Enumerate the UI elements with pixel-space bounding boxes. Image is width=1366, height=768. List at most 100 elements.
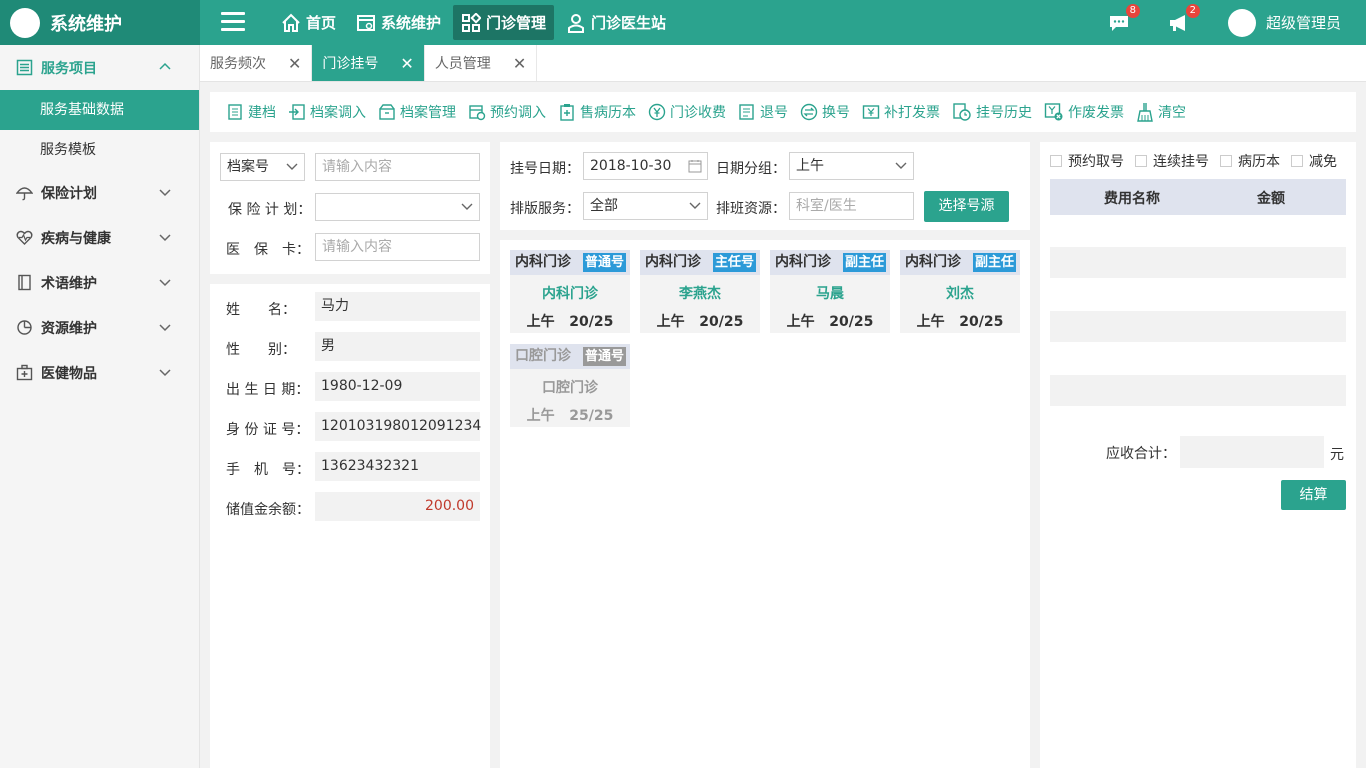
search-input[interactable]: 请输入内容 [315,153,480,181]
top-nav: 首页 系统维护 门诊管理 门诊医生站 [273,5,678,40]
book-icon [18,274,31,291]
top-right: 8 2 超级管理员 [1108,0,1366,45]
patient-info-panel: 姓 名： 马力 性 别： 男 出 生 日 期： 1980-12-09 身 份 证… [210,284,490,768]
slot-period: 上午 [916,314,945,330]
username[interactable]: 超级管理员 [1266,12,1341,33]
schedule-resource-input[interactable]: 科室/医生 [789,192,914,220]
sidebar-item-service-base-data[interactable]: 服务基础数据 [0,90,199,130]
insurance-plan-label: 保 险 计 划： [228,202,312,218]
sidebar-group-insurance-plan[interactable]: 保险计划 [0,170,199,215]
nav-doctor-station[interactable]: 门诊医生站 [558,5,674,40]
system-settings-icon [357,14,376,31]
tab-outpatient-registration[interactable]: 门诊挂号 ✕ [312,45,425,81]
schedule-service-select[interactable]: 全部 [583,192,708,220]
date-group-select[interactable]: 上午 [789,152,914,180]
reprint-invoice-button[interactable]: 补打发票 [862,102,940,122]
clear-button[interactable]: 清空 [1136,102,1186,122]
slot-card[interactable]: 内科门诊 主任号 李燕杰 上午 20/25 [640,250,760,333]
menu-toggle-icon[interactable] [221,12,245,32]
tab-staff-management[interactable]: 人员管理 ✕ [425,45,538,81]
apps-grid-icon [462,12,482,32]
chevron-down-icon [159,189,171,197]
import-appointment-button[interactable]: 预约调入 [468,102,546,122]
discount-checkbox[interactable]: 减免 [1291,151,1337,171]
sidebar-group-disease-health[interactable]: 疾病与健康 [0,215,199,260]
slot-name: 内科门诊 [542,286,598,302]
name-value: 马力 [315,292,480,321]
slot-card[interactable]: 内科门诊 普通号 内科门诊 上午 20/25 [510,250,630,333]
void-invoice-button[interactable]: 作废发票 [1044,102,1124,122]
tab-service-frequency[interactable]: 服务频次 ✕ [200,45,313,81]
broom-icon [1137,103,1153,122]
medical-kit-icon [16,364,33,381]
checkbox-label: 减免 [1309,154,1337,170]
slot-name: 口腔门诊 [542,380,598,396]
checkbox-box [1135,155,1147,167]
outpatient-charge-button[interactable]: 门诊收费 [648,102,726,122]
insurance-card-input[interactable]: 请输入内容 [315,233,480,261]
import-record-button[interactable]: 档案调入 [288,102,366,122]
checkbox-box [1291,155,1303,167]
insurance-plan-select[interactable] [315,193,480,221]
avatar[interactable] [1227,8,1256,37]
slot-name: 李燕杰 [679,286,721,302]
tool-label: 建档 [248,105,276,121]
birth-date-label: 出 生 日 期： [226,382,310,398]
clipboard-plus-icon [560,104,574,121]
slot-availability: 上午 20/25 [900,311,1020,331]
slot-name: 马晨 [816,286,844,302]
chevron-down-icon [461,203,473,210]
sidebar-item-service-template[interactable]: 服务模板 [0,130,199,170]
sidebar-group-resources[interactable]: 资源维护 [0,305,199,350]
total-due-value [1180,436,1324,468]
create-record-button[interactable]: 建档 [226,102,276,122]
nav-outpatient[interactable]: 门诊管理 [453,5,555,40]
search-type-select[interactable]: 档案号 [220,153,305,181]
chevron-down-icon [159,324,171,332]
slot-period: 上午 [526,314,555,330]
manage-records-button[interactable]: 档案管理 [378,102,456,122]
checkbox-box [1220,155,1232,167]
sidebar-group-service-items[interactable]: 服务项目 [0,45,199,90]
fee-table-header: 费用名称 金额 [1050,179,1346,215]
tool-label: 退号 [760,105,788,121]
appointment-pickup-checkbox[interactable]: 预约取号 [1050,151,1124,171]
settle-button[interactable]: 结算 [1281,480,1346,510]
close-icon[interactable]: ✕ [288,54,301,73]
checkbox-label: 病历本 [1238,154,1280,170]
date-group-label: 日期分组： [716,161,786,177]
slot-card[interactable]: 内科门诊 副主任 刘杰 上午 20/25 [900,250,1020,333]
tool-label: 作废发票 [1068,105,1124,121]
close-icon[interactable]: ✕ [400,54,413,73]
nav-system[interactable]: 系统维护 [348,5,449,40]
fee-amount-column: 金额 [1257,191,1285,207]
consecutive-registration-checkbox[interactable]: 连续挂号 [1135,151,1209,171]
cancel-registration-button[interactable]: 退号 [738,102,788,122]
announcements-button[interactable]: 2 [1168,3,1200,34]
nav-home[interactable]: 首页 [273,5,344,40]
messages-button[interactable]: 8 [1108,3,1140,34]
slot-dept: 口腔门诊 [515,348,571,364]
select-source-button[interactable]: 选择号源 [924,191,1009,222]
sidebar-group-terminology[interactable]: 术语维护 [0,260,199,305]
phone-label: 手 机 号： [226,462,310,478]
sidebar-group-label: 资源维护 [41,320,97,337]
close-icon[interactable]: ✕ [513,54,526,73]
gender-value: 男 [315,332,480,361]
sell-medical-record-book-button[interactable]: 售病历本 [558,102,636,122]
registration-history-button[interactable]: 挂号历史 [952,102,1032,122]
sidebar-group-label: 术语维护 [41,275,97,292]
balance-label: 储值金余额： [226,502,310,518]
registration-date-input[interactable]: 2018-10-30 [583,152,708,180]
sidebar-group-medical-items[interactable]: 医健物品 [0,350,199,395]
table-row [1050,311,1346,342]
receipt-return-icon [739,104,754,120]
slot-card-full: 口腔门诊 普通号 口腔门诊 上午 25/25 [510,344,630,427]
tool-label: 售病历本 [580,105,636,121]
change-registration-button[interactable]: 换号 [800,102,850,122]
announcements-count-badge: 2 [1185,3,1200,18]
tool-label: 档案管理 [400,105,456,121]
slot-card[interactable]: 内科门诊 副主任 马晨 上午 20/25 [770,250,890,333]
medical-record-book-checkbox[interactable]: 病历本 [1220,151,1280,171]
search-type-value: 档案号 [227,159,269,175]
